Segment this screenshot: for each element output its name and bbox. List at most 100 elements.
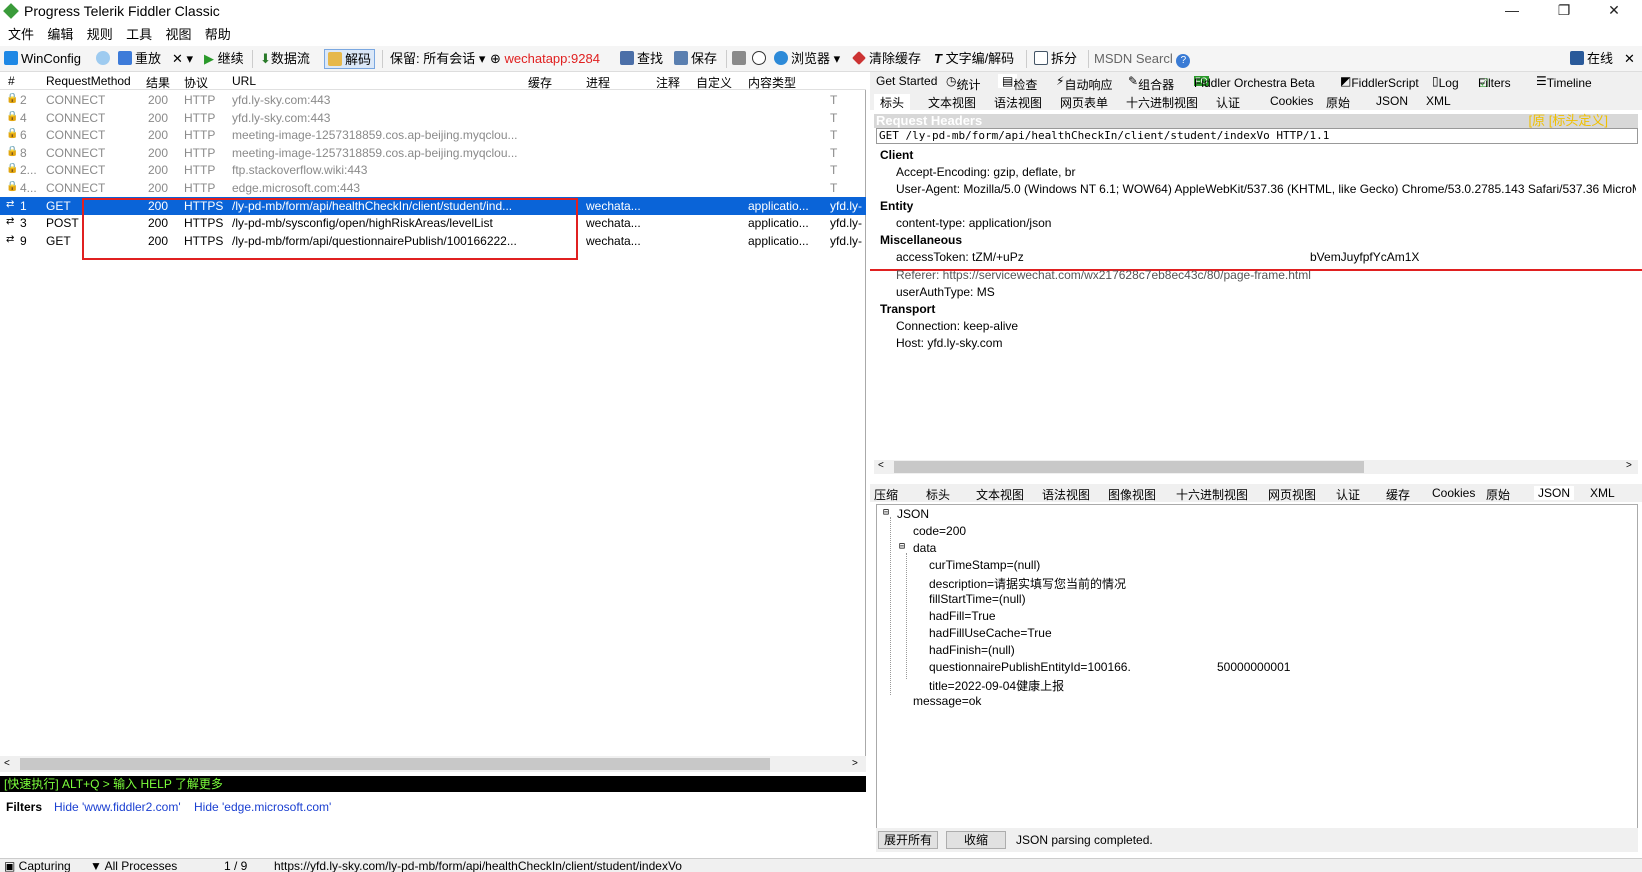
header-group-transport[interactable]: Transport xyxy=(880,302,935,316)
menu-view[interactable]: 视图 xyxy=(165,24,191,46)
header-group-client[interactable]: Client xyxy=(880,148,913,162)
json-leaf[interactable]: fillStartTime=(null) xyxy=(929,592,1026,606)
collapse-toggle-icon[interactable]: ⊟ xyxy=(883,507,889,518)
tab-composer[interactable]: ✎ 组合器 xyxy=(1128,74,1174,92)
req-tab-textview[interactable]: 文本视图 xyxy=(928,94,976,111)
resp-tab-headers[interactable]: 标头 xyxy=(926,486,950,503)
json-leaf[interactable]: title=2022-09-04健康上报 xyxy=(929,677,1064,694)
capturing-toggle[interactable]: ▣ Capturing xyxy=(4,859,71,872)
collapse-button[interactable]: 收缩 xyxy=(946,831,1006,849)
menu-rules[interactable]: 规则 xyxy=(87,24,113,46)
scroll-thumb[interactable] xyxy=(20,758,770,770)
col-comment[interactable]: 注释 xyxy=(656,74,680,91)
msdn-search-input[interactable]: MSDN Searcl ? xyxy=(1094,49,1191,69)
tab-fiddlerscript[interactable]: ◩ FiddlerScript xyxy=(1340,74,1419,90)
resp-tab-hexview[interactable]: 十六进制视图 xyxy=(1176,486,1248,503)
scroll-left-icon[interactable]: < xyxy=(4,758,10,769)
req-tab-webforms[interactable]: 网页表单 xyxy=(1060,94,1108,111)
tearoff-button[interactable]: 拆分 xyxy=(1034,49,1077,69)
req-tab-raw[interactable]: 原始 xyxy=(1326,94,1350,111)
expand-all-button[interactable]: 展开所有 xyxy=(878,831,938,849)
req-tab-cookies[interactable]: Cookies xyxy=(1270,94,1313,108)
table-row[interactable]: 🔒 2 CONNECT 200 HTTP yfd.ly-sky.com:443 T xyxy=(0,91,866,109)
req-tab-auth[interactable]: 认证 xyxy=(1216,94,1240,111)
timer-button[interactable] xyxy=(752,49,769,69)
col-process[interactable]: 进程 xyxy=(586,74,610,91)
col-custom[interactable]: 自定义 xyxy=(696,74,732,91)
headers-horizontal-scrollbar[interactable]: < > xyxy=(874,460,1638,474)
browser-button[interactable]: 浏览器 ▾ xyxy=(774,49,840,69)
req-tab-hexview[interactable]: 十六进制视图 xyxy=(1126,94,1198,111)
maximize-button[interactable]: ❐ xyxy=(1544,2,1584,22)
hide-fiddler2-link[interactable]: Hide 'www.fiddler2.com' xyxy=(54,796,181,818)
json-leaf[interactable]: hadFillUseCache=True xyxy=(929,626,1052,640)
header-group-miscellaneous[interactable]: Miscellaneous xyxy=(880,233,962,247)
process-filter-status[interactable]: ▼ All Processes xyxy=(90,859,177,872)
winconfig-button[interactable]: WinConfig xyxy=(4,49,81,69)
tab-autoresponder[interactable]: ⚡ 自动响应 xyxy=(1056,74,1112,92)
table-row[interactable]: 🔒 4... CONNECT 200 HTTP edge.microsoft.com:44… xyxy=(0,179,866,197)
tab-inspectors[interactable]: ▤ 检查 xyxy=(998,74,1037,92)
table-row[interactable]: 🔒 2... CONNECT 200 HTTP ftp.stackoverflow.wik… xyxy=(0,161,866,179)
collapse-toggle-icon[interactable]: ⊟ xyxy=(899,541,905,552)
table-row[interactable]: 🔒 6 CONNECT 200 HTTP meeting-image-1257318859… xyxy=(0,126,866,144)
req-tab-xml[interactable]: XML xyxy=(1426,94,1451,108)
scroll-right-icon[interactable]: > xyxy=(852,758,858,769)
tab-timeline[interactable]: ☰ Timeline xyxy=(1536,74,1592,90)
col-result[interactable]: 结果 xyxy=(146,74,170,91)
col-method[interactable]: RequestMethod xyxy=(46,74,131,88)
json-leaf[interactable]: description=请据实填写您当前的情况 xyxy=(929,575,1126,592)
json-leaf[interactable]: curTimeStamp=(null) xyxy=(929,558,1040,572)
resp-tab-auth[interactable]: 认证 xyxy=(1336,486,1360,503)
col-cache[interactable]: 缓存 xyxy=(528,74,552,91)
clear-cache-button[interactable]: 清除缓存 xyxy=(852,49,921,69)
scroll-right-icon[interactable]: > xyxy=(1626,460,1632,471)
table-row[interactable]: 🔒 8 CONNECT 200 HTTP meeting-image-1257318859… xyxy=(0,144,866,162)
resume-button[interactable]: ▶ 继续 xyxy=(204,49,244,69)
json-node-code[interactable]: code=200 xyxy=(913,524,966,538)
scroll-thumb[interactable] xyxy=(894,461,1364,473)
json-node-message[interactable]: message=ok xyxy=(913,694,981,708)
close-button[interactable]: ✕ xyxy=(1594,2,1634,22)
find-button[interactable]: 查找 xyxy=(620,49,663,69)
menu-file[interactable]: 文件 xyxy=(8,24,34,46)
minimize-button[interactable]: — xyxy=(1492,2,1532,22)
decode-button[interactable]: 解码 xyxy=(324,49,376,69)
close-toolbar-icon[interactable]: ✕ xyxy=(1624,49,1635,69)
menu-tools[interactable]: 工具 xyxy=(126,24,152,46)
tab-log[interactable]: ▯ Log xyxy=(1432,74,1459,90)
json-leaf[interactable]: hadFill=True xyxy=(929,609,996,623)
quickexec-bar[interactable]: [快速执行] ALT+Q > 输入 HELP 了解更多 xyxy=(0,776,866,792)
resp-tab-webview[interactable]: 网页视图 xyxy=(1268,486,1316,503)
table-row[interactable]: 🔒 4 CONNECT 200 HTTP yfd.ly-sky.com:443 T xyxy=(0,109,866,127)
req-tab-syntaxview[interactable]: 语法视图 xyxy=(994,94,1042,111)
resp-tab-imageview[interactable]: 图像视图 xyxy=(1108,486,1156,503)
json-node-data[interactable]: data xyxy=(913,541,936,555)
col-protocol[interactable]: 协议 xyxy=(184,74,208,91)
keep-sessions-dropdown[interactable]: 保留: 所有会话 ▾ xyxy=(390,49,485,69)
online-button[interactable]: 在线 xyxy=(1570,49,1613,69)
json-root[interactable]: JSON xyxy=(897,507,929,521)
col-url[interactable]: URL xyxy=(232,74,256,88)
resp-tab-textview[interactable]: 文本视图 xyxy=(976,486,1024,503)
resp-tab-transformer[interactable]: 压缩 xyxy=(874,486,898,503)
json-leaf[interactable]: questionnairePublishEntityId=100166. xyxy=(929,660,1131,674)
header-definitions-link[interactable]: [原 [标头定义] xyxy=(1529,114,1608,128)
req-tab-headers[interactable]: 标头 xyxy=(874,94,911,111)
replay-button[interactable]: 重放 xyxy=(118,49,161,69)
comment-button[interactable] xyxy=(96,49,113,69)
menu-edit[interactable]: 编辑 xyxy=(47,24,73,46)
resp-tab-cookies[interactable]: Cookies xyxy=(1432,486,1475,500)
header-group-entity[interactable]: Entity xyxy=(880,199,913,213)
text-wizard-button[interactable]: T 文字编/解码 xyxy=(934,49,1014,69)
hide-edge-link[interactable]: Hide 'edge.microsoft.com' xyxy=(194,796,331,818)
screenshot-button[interactable] xyxy=(732,49,749,69)
process-filter-button[interactable]: ⊕ wechatapp:9284 xyxy=(490,49,600,69)
resp-tab-json[interactable]: JSON xyxy=(1534,486,1575,500)
resp-tab-syntaxview[interactable]: 语法视图 xyxy=(1042,486,1090,503)
tab-get-started[interactable]: Get Started xyxy=(876,74,937,88)
resp-tab-caching[interactable]: 缓存 xyxy=(1386,486,1410,503)
req-tab-json[interactable]: JSON xyxy=(1376,94,1408,108)
resp-tab-raw[interactable]: 原始 xyxy=(1486,486,1510,503)
json-leaf[interactable]: hadFinish=(null) xyxy=(929,643,1015,657)
